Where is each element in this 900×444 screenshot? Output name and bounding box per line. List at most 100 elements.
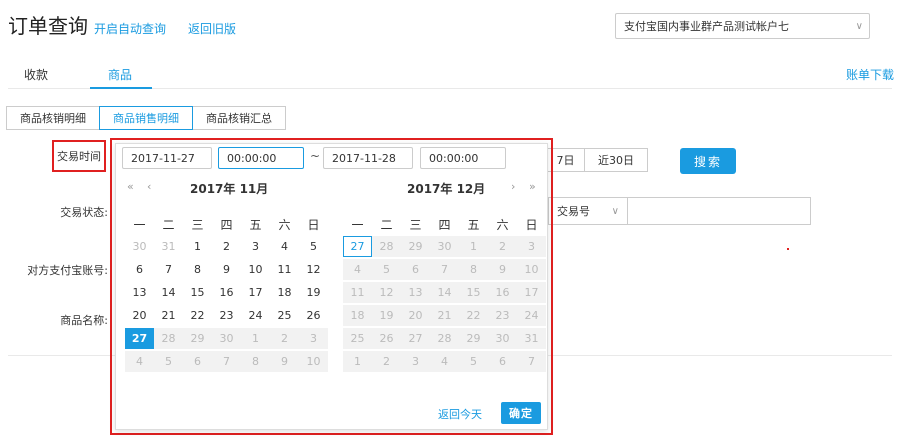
calendar-day[interactable]: 22 [183, 305, 212, 326]
confirm-button[interactable]: 确定 [501, 402, 541, 424]
calendar-day[interactable]: 11 [270, 259, 299, 280]
calendar-day[interactable]: 3 [241, 236, 270, 257]
calendar-day: 10 [299, 351, 328, 372]
calendar-day: 1 [459, 236, 488, 257]
calendar-day[interactable]: 24 [241, 305, 270, 326]
calendar-day: 15 [459, 282, 488, 303]
calendar-day: 2 [372, 351, 401, 372]
subtab-verify-summary[interactable]: 商品核销汇总 [192, 106, 286, 130]
today-day[interactable]: 27 [343, 236, 372, 257]
calendar-day[interactable]: 4 [270, 236, 299, 257]
calendar-day: 27 [401, 328, 430, 349]
calendar-day: 14 [430, 282, 459, 303]
subtab-verify-detail[interactable]: 商品核销明细 [6, 106, 100, 130]
calendar-day[interactable]: 7 [154, 259, 183, 280]
calendar-day[interactable]: 20 [125, 305, 154, 326]
selected-day[interactable]: 27 [125, 328, 154, 349]
calendar-day[interactable]: 8 [183, 259, 212, 280]
account-select[interactable]: 支付宝国内事业群产品测试帐户七 ∨ [615, 13, 870, 39]
weekday-label: 一 [133, 218, 146, 232]
page-title: 订单查询 [8, 14, 88, 38]
calendar-day: 29 [459, 328, 488, 349]
end-time-input[interactable]: 00:00:00 [420, 147, 506, 169]
calendar-day[interactable]: 18 [270, 282, 299, 303]
start-time-input[interactable]: 00:00:00 [218, 147, 304, 169]
calendar-day[interactable]: 31 [154, 236, 183, 257]
calendar-day: 31 [517, 328, 546, 349]
return-old-version-link[interactable]: 返回旧版 [188, 20, 236, 37]
calendar-day: 26 [372, 328, 401, 349]
calendar-day: 16 [488, 282, 517, 303]
weekday-label: 五 [467, 218, 480, 232]
order-number-input[interactable] [627, 197, 811, 225]
weekday-label: 四 [220, 218, 233, 232]
tab-goods[interactable]: 商品 [108, 66, 132, 83]
calendar-day[interactable]: 25 [270, 305, 299, 326]
calendar-day: 28 [154, 328, 183, 349]
last-30-days-button[interactable]: 近30日 [584, 148, 648, 172]
calendar-day: 3 [299, 328, 328, 349]
tab-receive[interactable]: 收款 [24, 66, 48, 83]
chevron-down-icon: ∨ [855, 20, 863, 32]
next-month-icon[interactable]: › [511, 180, 515, 193]
calendar-day: 23 [488, 305, 517, 326]
calendar-day[interactable]: 2 [212, 236, 241, 257]
calendar-day: 19 [372, 305, 401, 326]
calendar-day: 21 [430, 305, 459, 326]
calendar-day: 3 [517, 236, 546, 257]
prev-month-icon[interactable]: ‹ [147, 180, 151, 193]
bill-download-link[interactable]: 账单下载 [846, 66, 894, 83]
calendar-day[interactable]: 15 [183, 282, 212, 303]
calendar-day[interactable]: 19 [299, 282, 328, 303]
calendar-day[interactable]: 21 [154, 305, 183, 326]
account-select-value: 支付宝国内事业群产品测试帐户七 [624, 20, 789, 33]
back-to-today-link[interactable]: 返回今天 [438, 406, 482, 422]
end-date-input[interactable]: 2017-11-28 [323, 147, 413, 169]
calendar-day: 4 [125, 351, 154, 372]
right-month-title: 2017年 12月 [407, 182, 486, 196]
calendar-day: 10 [517, 259, 546, 280]
calendar-day: 29 [183, 328, 212, 349]
weekday-label: 三 [409, 218, 422, 232]
calendar-day[interactable]: 26 [299, 305, 328, 326]
calendar-day[interactable]: 6 [125, 259, 154, 280]
calendar-day: 24 [517, 305, 546, 326]
auto-query-link[interactable]: 开启自动查询 [94, 20, 166, 37]
calendar-day: 22 [459, 305, 488, 326]
calendar-day[interactable]: 23 [212, 305, 241, 326]
weekday-label: 一 [351, 218, 364, 232]
next-year-icon[interactable]: » [529, 180, 536, 193]
order-type-value: 交易号 [557, 205, 590, 218]
calendar-day[interactable]: 12 [299, 259, 328, 280]
calendar-day: 25 [343, 328, 372, 349]
prev-year-icon[interactable]: « [127, 180, 134, 193]
calendar-day[interactable]: 13 [125, 282, 154, 303]
subtab-sales-detail[interactable]: 商品销售明细 [99, 106, 193, 130]
date-range-picker: 2017-11-27 00:00:00 ~ 2017-11-28 00:00:0… [115, 143, 548, 430]
search-button[interactable]: 搜索 [680, 148, 736, 174]
calendar-day: 30 [212, 328, 241, 349]
weekday-label: 日 [307, 218, 320, 232]
calendar-day[interactable]: 16 [212, 282, 241, 303]
calendar-day: 2 [488, 236, 517, 257]
range-separator: ~ [310, 149, 321, 163]
goods-name-label: 商品名称: [60, 314, 108, 327]
calendar-day[interactable]: 30 [125, 236, 154, 257]
calendar-day[interactable]: 1 [183, 236, 212, 257]
calendar-day: 6 [183, 351, 212, 372]
calendar-day: 28 [430, 328, 459, 349]
calendar-day: 30 [430, 236, 459, 257]
calendar-day: 5 [154, 351, 183, 372]
order-type-select[interactable]: 交易号 ∨ [548, 197, 628, 225]
calendar-day[interactable]: 5 [299, 236, 328, 257]
subtab-group: 商品核销明细 商品销售明细 商品核销汇总 [6, 106, 286, 130]
calendar-day[interactable]: 17 [241, 282, 270, 303]
start-date-input[interactable]: 2017-11-27 [122, 147, 212, 169]
calendar-day: 4 [430, 351, 459, 372]
trade-time-label: 交易时间 [52, 140, 106, 172]
counter-account-label: 对方支付宝账号: [27, 264, 108, 277]
weekday-label: 六 [278, 218, 291, 232]
calendar-day[interactable]: 10 [241, 259, 270, 280]
calendar-day[interactable]: 9 [212, 259, 241, 280]
calendar-day[interactable]: 14 [154, 282, 183, 303]
